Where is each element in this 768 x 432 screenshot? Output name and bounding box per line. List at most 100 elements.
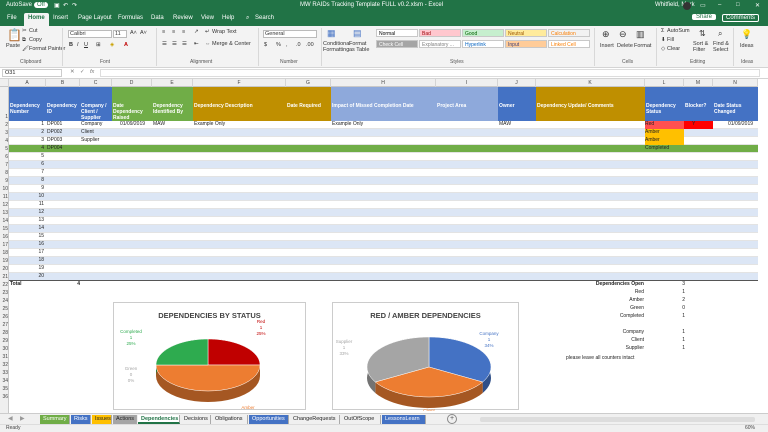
increase-decimal-icon[interactable]: .0 — [296, 42, 301, 48]
row-number[interactable]: 31 — [0, 353, 9, 361]
zoom-level[interactable]: 60% — [745, 425, 755, 431]
table-header-cell[interactable]: Project Area — [436, 87, 498, 121]
conditional-formatting-icon[interactable]: ▦ — [327, 28, 336, 39]
row-number[interactable]: 10 — [0, 185, 9, 193]
summary-label[interactable]: Dependencies Open — [560, 281, 644, 289]
row-number[interactable]: 32 — [0, 361, 9, 369]
conditional-formatting-button[interactable]: Conditional Formatting — [323, 41, 351, 53]
delete-cells-button[interactable]: Delete — [617, 43, 633, 49]
name-box[interactable]: O31 — [2, 69, 62, 77]
search-box[interactable]: Search — [255, 15, 274, 21]
summary-label[interactable]: Supplier — [560, 345, 644, 353]
cell-style-check-cell[interactable]: Check Cell — [376, 40, 418, 48]
row-number[interactable]: 29 — [0, 337, 9, 345]
row-number[interactable]: 7 — [0, 161, 9, 169]
row-number[interactable]: 27 — [0, 321, 9, 329]
table-header-cell[interactable]: Dependency Description — [193, 87, 286, 121]
chart-red-amber-dependencies[interactable]: RED / AMBER DEPENDENCIES Company 1 34% Clie… — [332, 302, 519, 411]
row-number[interactable]: 28 — [0, 329, 9, 337]
orientation-icon[interactable]: ↗ — [194, 29, 199, 35]
column-header-j[interactable]: J — [498, 79, 536, 87]
impact-cell[interactable]: Example Only — [332, 121, 437, 129]
dependency-number-cell[interactable]: 10 — [9, 193, 44, 201]
summary-label[interactable]: Green — [560, 305, 644, 313]
tab-home[interactable]: Home — [24, 13, 49, 26]
sheet-tab-risks[interactable]: Risks — [71, 415, 91, 424]
table-header-cell[interactable]: Dependency Status — [645, 87, 684, 121]
add-sheet-icon[interactable]: + — [447, 414, 457, 424]
tab-formulas[interactable]: Formulas — [118, 15, 143, 21]
column-header-d[interactable]: D — [112, 79, 152, 87]
sheet-tab-outofscope[interactable]: OutOfScope — [341, 415, 381, 424]
sheet-tab-summary[interactable]: Summary — [40, 415, 70, 424]
font-color-icon[interactable]: A — [124, 42, 128, 48]
borders-icon[interactable]: ⊞ — [96, 42, 101, 48]
column-header-n[interactable]: N — [713, 79, 758, 87]
enter-icon[interactable]: ✓ — [80, 69, 85, 75]
dependency-id-cell[interactable]: DP003 — [47, 137, 81, 145]
table-header-cell[interactable]: Impact of Missed Completion Date — [331, 87, 436, 121]
summary-value[interactable]: 1 — [660, 337, 685, 345]
search-icon[interactable]: ⌕ — [246, 15, 249, 22]
cell-style-normal[interactable]: Normal — [376, 29, 418, 37]
summary-value[interactable]: 3 — [660, 281, 685, 289]
dependency-number-cell[interactable]: 12 — [9, 209, 44, 217]
company-cell[interactable]: Company — [81, 121, 113, 129]
cancel-icon[interactable]: ✕ — [70, 69, 75, 75]
table-header-cell[interactable]: Dependency Update/ Comments — [536, 87, 645, 121]
cell-style-good[interactable]: Good — [462, 29, 504, 37]
cell-style-calculation[interactable]: Calculation — [548, 29, 590, 37]
sheet-tab-dependencies[interactable]: Dependencies — [138, 415, 180, 424]
row-number[interactable]: 34 — [0, 377, 9, 385]
summary-value[interactable]: 0 — [660, 305, 685, 313]
row-number[interactable]: 11 — [0, 193, 9, 201]
prev-sheet-icon[interactable]: ◀ — [8, 415, 13, 422]
row-number[interactable]: 35 — [0, 385, 9, 393]
summary-value[interactable]: 1 — [660, 289, 685, 297]
table-header-cell[interactable]: Date Required — [286, 87, 331, 121]
tab-file[interactable]: File — [7, 15, 17, 21]
column-header-e[interactable]: E — [152, 79, 193, 87]
dependency-number-cell[interactable]: 8 — [9, 177, 44, 185]
tab-insert[interactable]: Insert — [53, 15, 68, 21]
align-right-icon[interactable]: ☰ — [182, 41, 187, 47]
cut-button[interactable]: Cut — [29, 28, 38, 34]
row-number[interactable]: 13 — [0, 209, 9, 217]
cut-icon[interactable]: ✂ — [22, 28, 27, 34]
undo-icon[interactable]: ↶ — [63, 2, 68, 9]
align-center-icon[interactable]: ☰ — [172, 41, 177, 47]
dependency-number-cell[interactable]: 11 — [9, 201, 44, 209]
save-icon[interactable]: ▣ — [54, 2, 60, 9]
row-number[interactable]: 23 — [0, 289, 9, 297]
close-icon[interactable]: ✕ — [755, 2, 760, 9]
company-cell[interactable]: Supplier — [81, 137, 113, 145]
sheet-tab-actions[interactable]: Actions — [113, 415, 137, 424]
row-number[interactable]: 33 — [0, 369, 9, 377]
row-number[interactable]: 12 — [0, 201, 9, 209]
row-number[interactable]: 17 — [0, 241, 9, 249]
ideas-button[interactable]: Ideas — [740, 43, 753, 49]
description-cell[interactable]: Example Only — [194, 121, 287, 129]
dependency-number-cell[interactable]: 7 — [9, 169, 44, 177]
comma-icon[interactable]: , — [286, 42, 288, 48]
row-number[interactable]: 20 — [0, 265, 9, 273]
font-size-select[interactable]: 11 — [113, 30, 127, 38]
italic-icon[interactable]: I — [77, 42, 79, 48]
format-painter-icon[interactable]: 🖌 — [22, 46, 29, 52]
grow-font-icon[interactable]: A˄ — [130, 30, 137, 36]
insert-cells-icon[interactable]: ⊕ — [602, 29, 610, 40]
dependency-number-cell[interactable]: 5 — [9, 153, 44, 161]
bold-icon[interactable]: B — [69, 42, 73, 48]
row-number[interactable]: 26 — [0, 313, 9, 321]
dependency-id-cell[interactable]: DP001 — [47, 121, 81, 129]
redo-icon[interactable]: ↷ — [72, 2, 77, 9]
cell-style-hyperlink[interactable]: Hyperlink — [462, 40, 504, 48]
shrink-font-icon[interactable]: A˅ — [140, 30, 147, 36]
percent-icon[interactable]: % — [276, 42, 281, 48]
dependency-number-cell[interactable]: 19 — [9, 265, 44, 273]
sort-filter-button[interactable]: Sort & Filter — [693, 41, 711, 53]
summary-value[interactable]: 2 — [660, 297, 685, 305]
sheet-tab-lessonslearn[interactable]: LessonsLearn — [382, 415, 426, 424]
next-sheet-icon[interactable]: ▶ — [20, 415, 25, 422]
tab-help[interactable]: Help — [222, 15, 234, 21]
